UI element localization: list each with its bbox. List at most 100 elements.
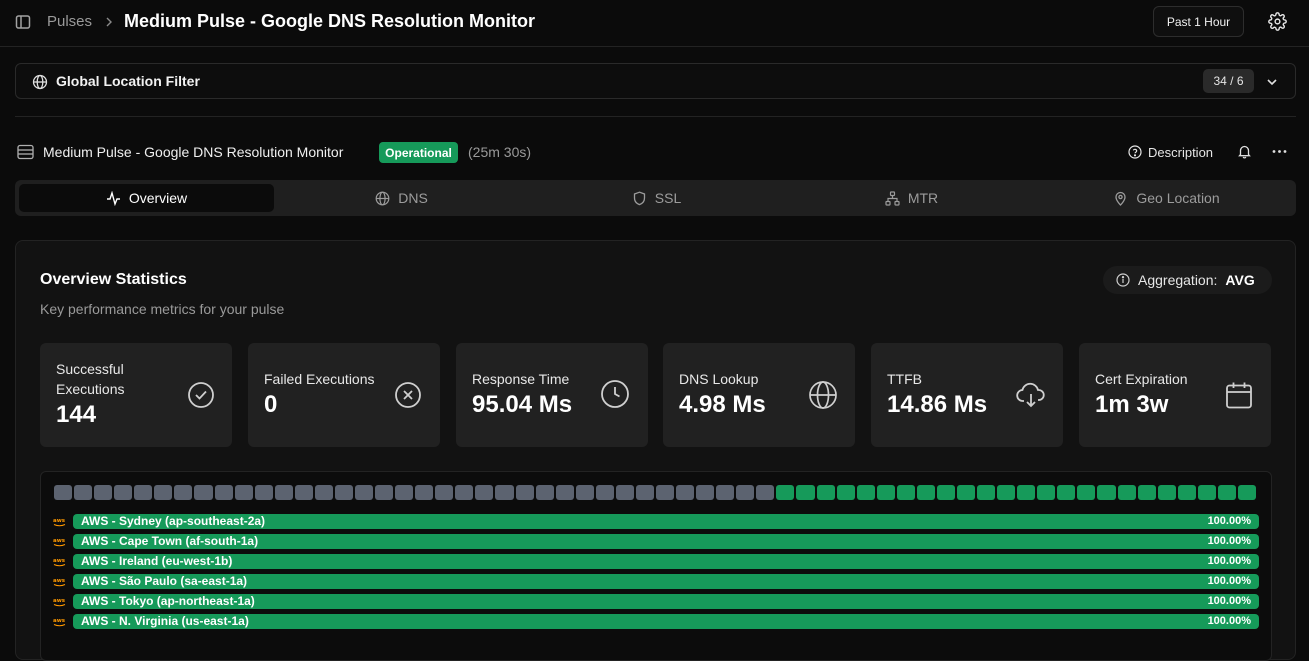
- sidebar-toggle-icon[interactable]: [15, 14, 31, 30]
- uptime-block[interactable]: [254, 485, 273, 500]
- stat-value: 4.98 Ms: [679, 391, 766, 418]
- uptime-block[interactable]: [455, 485, 474, 500]
- help-circle-icon: [1128, 145, 1142, 159]
- tab-overview[interactable]: Overview: [19, 184, 274, 212]
- uptime-block[interactable]: [294, 485, 313, 500]
- chevron-right-icon: [103, 16, 115, 28]
- uptime-block[interactable]: [1037, 485, 1056, 500]
- uptime-block[interactable]: [957, 485, 976, 500]
- stat-label: TTFB: [887, 371, 922, 387]
- tab-dns[interactable]: DNS: [274, 184, 529, 212]
- uptime-block[interactable]: [334, 485, 353, 500]
- more-horizontal-icon[interactable]: [1271, 144, 1288, 159]
- tab-label: Geo Location: [1136, 190, 1220, 206]
- uptime-block[interactable]: [997, 485, 1016, 500]
- time-range-button[interactable]: Past 1 Hour: [1153, 6, 1244, 37]
- gear-icon[interactable]: [1268, 12, 1287, 31]
- uptime-block[interactable]: [776, 485, 795, 500]
- location-percent: 100.00%: [1207, 515, 1251, 527]
- tab-ssl[interactable]: SSL: [529, 184, 784, 212]
- chevron-down-icon[interactable]: [1265, 75, 1279, 89]
- location-row-cape-town[interactable]: aws AWS - Cape Town (af-south-1a) 100.00…: [53, 534, 1259, 549]
- tab-label: SSL: [654, 190, 682, 206]
- uptime-block[interactable]: [435, 485, 454, 500]
- uptime-block[interactable]: [656, 485, 675, 500]
- uptime-block[interactable]: [515, 485, 534, 500]
- location-name: AWS - Sydney (ap-southeast-2a): [81, 514, 266, 528]
- location-row-sydney[interactable]: aws AWS - Sydney (ap-southeast-2a) 100.0…: [53, 514, 1259, 529]
- uptime-block[interactable]: [1077, 485, 1096, 500]
- uptime-block[interactable]: [1157, 485, 1176, 500]
- uptime-block[interactable]: [816, 485, 835, 500]
- uptime-block[interactable]: [796, 485, 815, 500]
- uptime-block[interactable]: [355, 485, 374, 500]
- uptime-block[interactable]: [696, 485, 715, 500]
- uptime-block[interactable]: [676, 485, 695, 500]
- uptime-block[interactable]: [395, 485, 414, 500]
- bell-icon[interactable]: [1237, 144, 1252, 159]
- page-title: Medium Pulse - Google DNS Resolution Mon…: [124, 11, 536, 31]
- uptime-block[interactable]: [1177, 485, 1196, 500]
- stat-value: 1m 3w: [1095, 391, 1169, 418]
- uptime-block[interactable]: [54, 485, 73, 500]
- uptime-block[interactable]: [154, 485, 173, 500]
- uptime-block[interactable]: [1217, 485, 1236, 500]
- uptime-block[interactable]: [635, 485, 654, 500]
- uptime-block[interactable]: [495, 485, 514, 500]
- tab-mtr[interactable]: MTR: [784, 184, 1039, 212]
- uptime-block[interactable]: [1117, 485, 1136, 500]
- description-button[interactable]: Description: [1122, 140, 1219, 164]
- uptime-block[interactable]: [615, 485, 634, 500]
- globe-icon: [32, 74, 48, 90]
- location-name: AWS - Cape Town (af-south-1a): [81, 534, 259, 548]
- uptime-block[interactable]: [415, 485, 434, 500]
- svg-text:aws: aws: [53, 618, 66, 624]
- uptime-block[interactable]: [916, 485, 935, 500]
- uptime-block[interactable]: [94, 485, 113, 500]
- uptime-block[interactable]: [595, 485, 614, 500]
- global-location-filter[interactable]: Global Location Filter 34 / 6: [15, 63, 1296, 99]
- uptime-block[interactable]: [896, 485, 915, 500]
- location-row-ireland[interactable]: aws AWS - Ireland (eu-west-1b) 100.00%: [53, 554, 1259, 569]
- tab-geo-location[interactable]: Geo Location: [1039, 184, 1294, 212]
- uptime-block[interactable]: [314, 485, 333, 500]
- uptime-block[interactable]: [74, 485, 93, 500]
- uptime-block[interactable]: [856, 485, 875, 500]
- location-uptime-box: aws AWS - Sydney (ap-southeast-2a) 100.0…: [40, 471, 1272, 661]
- uptime-block[interactable]: [375, 485, 394, 500]
- stats-row: Successful Executions 144 Failed Executi…: [40, 343, 1272, 447]
- globe-icon: [375, 191, 390, 206]
- location-row-n-virginia[interactable]: aws AWS - N. Virginia (us-east-1a) 100.0…: [53, 614, 1259, 629]
- uptime-block[interactable]: [736, 485, 755, 500]
- uptime-block[interactable]: [1237, 485, 1256, 500]
- uptime-block[interactable]: [575, 485, 594, 500]
- uptime-block[interactable]: [114, 485, 133, 500]
- uptime-block[interactable]: [1097, 485, 1116, 500]
- uptime-block[interactable]: [756, 485, 775, 500]
- uptime-block[interactable]: [977, 485, 996, 500]
- uptime-block[interactable]: [555, 485, 574, 500]
- uptime-block[interactable]: [234, 485, 253, 500]
- uptime-block[interactable]: [475, 485, 494, 500]
- location-row-tokyo[interactable]: aws AWS - Tokyo (ap-northeast-1a) 100.00…: [53, 594, 1259, 609]
- breadcrumb-pulses[interactable]: Pulses: [47, 13, 92, 30]
- uptime-block[interactable]: [836, 485, 855, 500]
- location-row-sao-paulo[interactable]: aws AWS - São Paulo (sa-east-1a) 100.00%: [53, 574, 1259, 589]
- aggregation-selector[interactable]: Aggregation: AVG: [1103, 266, 1272, 294]
- uptime-block[interactable]: [134, 485, 153, 500]
- uptime-block[interactable]: [174, 485, 193, 500]
- stat-card-successful-executions: Successful Executions 144: [40, 343, 232, 447]
- uptime-block[interactable]: [716, 485, 735, 500]
- stat-label: Cert Expiration: [1095, 371, 1188, 387]
- uptime-block[interactable]: [876, 485, 895, 500]
- uptime-block[interactable]: [274, 485, 293, 500]
- uptime-block[interactable]: [1137, 485, 1156, 500]
- top-bar: Pulses Medium Pulse - Google DNS Resolut…: [0, 0, 1309, 47]
- uptime-block[interactable]: [1017, 485, 1036, 500]
- uptime-block[interactable]: [1057, 485, 1076, 500]
- uptime-block[interactable]: [1197, 485, 1216, 500]
- uptime-block[interactable]: [936, 485, 955, 500]
- uptime-block[interactable]: [535, 485, 554, 500]
- uptime-block[interactable]: [214, 485, 233, 500]
- uptime-block[interactable]: [194, 485, 213, 500]
